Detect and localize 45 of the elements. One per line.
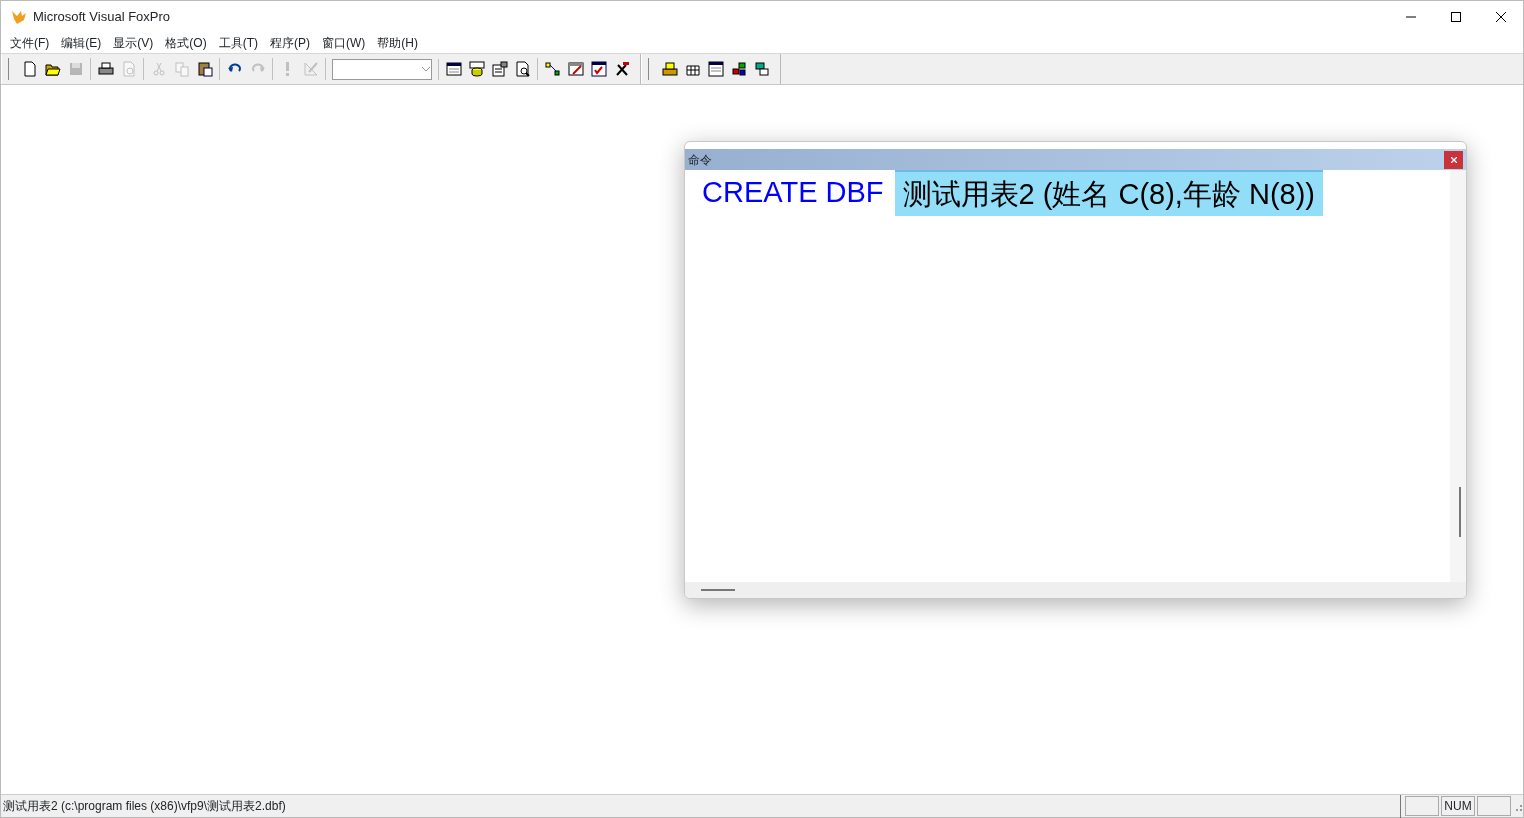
properties-icon (491, 61, 508, 77)
window-icon (707, 61, 724, 77)
checklist-window-icon (590, 61, 607, 77)
menu-item[interactable]: 工具(T) (213, 34, 265, 52)
copy-icon (173, 61, 190, 77)
command-text: CREATE DBF (702, 175, 885, 210)
status-panel (1405, 796, 1439, 816)
menu-item[interactable]: 显示(V) (108, 34, 161, 52)
menu-item[interactable]: 文件(F) (5, 34, 57, 52)
scissors-icon (150, 61, 167, 77)
form-icon (445, 61, 462, 77)
close-button[interactable] (1444, 150, 1463, 169)
diagram-icon (544, 61, 561, 77)
scrollbar-thumb[interactable] (1459, 487, 1461, 537)
clipboard-icon (196, 61, 213, 77)
printer-icon (97, 61, 114, 77)
status-indicator: NUM (1441, 796, 1475, 816)
menu-item[interactable]: 格式(O) (160, 34, 214, 52)
menu-item[interactable]: 编辑(E) (56, 34, 109, 52)
close-icon (1450, 156, 1457, 163)
pencil-ruler-icon (302, 61, 319, 77)
floppy-icon (67, 61, 84, 77)
exclamation-icon (286, 62, 289, 76)
menu-item[interactable]: 程序(P) (265, 34, 317, 52)
dropdown-field[interactable] (332, 58, 432, 80)
document-icon (21, 61, 38, 77)
status-text: 测试用表2 (c:\program files (x86)\vfp9\测试用表2.dbf) (2, 798, 287, 815)
window-title: 命令 (688, 151, 712, 169)
selected-text: 测试用表2 (姓名 C(8),年龄 N(8)) (894, 170, 1323, 216)
edit-window-icon (567, 61, 584, 77)
status-panel (1477, 796, 1511, 816)
window-title: Microsoft Visual FoxPro (33, 8, 171, 27)
page-magnifier-icon (514, 61, 531, 77)
menu-item[interactable]: 帮助(H) (372, 34, 425, 52)
magnifier-page-icon (120, 61, 137, 77)
menu-item[interactable]: 窗口(W) (317, 34, 373, 52)
folder-icon (44, 61, 61, 77)
close-icon (1495, 12, 1506, 22)
fox-logo-icon (11, 9, 27, 25)
chevron-down-icon (421, 66, 431, 72)
printer-icon (661, 61, 678, 77)
database-icon (468, 61, 485, 77)
minimize-icon (1405, 16, 1416, 18)
scrollbar-thumb[interactable] (701, 589, 735, 591)
maximize-icon (1450, 12, 1461, 22)
